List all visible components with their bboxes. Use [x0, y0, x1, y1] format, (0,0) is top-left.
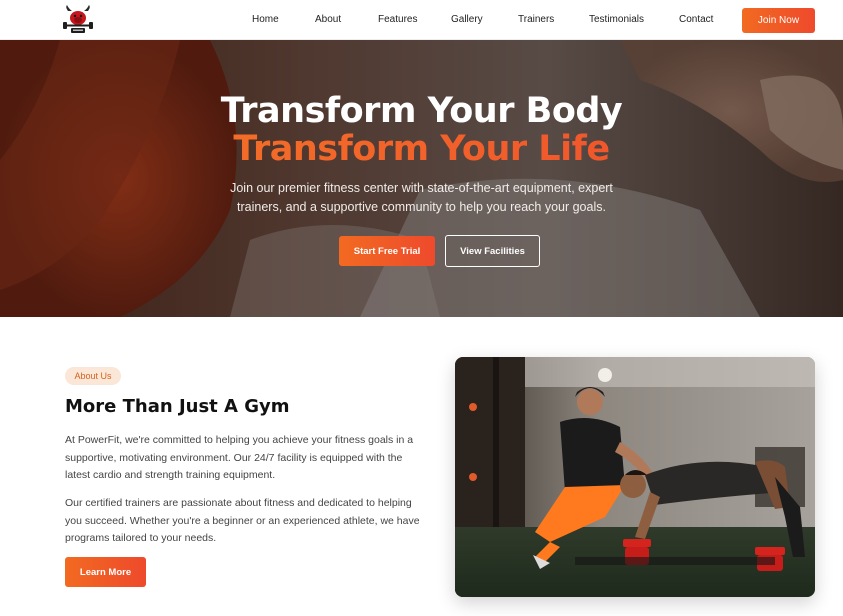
nav-links: Home About Features Gallery Trainers Tes…: [0, 0, 843, 40]
hero-section: Transform Your Body Transform Your Life …: [0, 40, 843, 317]
about-paragraph-1: At PowerFit, we're committed to helping …: [65, 434, 414, 482]
nav-link-trainers[interactable]: Trainers: [518, 14, 554, 25]
learn-more-button[interactable]: Learn More: [65, 557, 146, 587]
join-now-button[interactable]: Join Now: [742, 8, 815, 33]
view-facilities-button[interactable]: View Facilities: [445, 235, 540, 267]
top-navbar: Home About Features Gallery Trainers Tes…: [0, 0, 843, 40]
start-free-trial-button[interactable]: Start Free Trial: [339, 236, 435, 266]
nav-link-home[interactable]: Home: [252, 14, 279, 25]
trainer-pushup-photo: [455, 357, 815, 597]
nav-link-gallery[interactable]: Gallery: [451, 14, 483, 25]
nav-link-features[interactable]: Features: [378, 14, 417, 25]
hero-title-line2: Transform Your Life: [0, 130, 843, 168]
about-title: More Than Just A Gym: [65, 396, 290, 417]
hero-subtitle: Join our premier fitness center with sta…: [230, 181, 613, 214]
about-paragraph-2: Our certified trainers are passionate ab…: [65, 497, 420, 545]
nav-link-contact[interactable]: Contact: [679, 14, 713, 25]
nav-link-testimonials[interactable]: Testimonials: [589, 14, 644, 25]
about-badge: About Us: [65, 367, 121, 385]
hero-title-line1: Transform Your Body: [220, 91, 623, 131]
nav-link-about[interactable]: About: [315, 14, 341, 25]
